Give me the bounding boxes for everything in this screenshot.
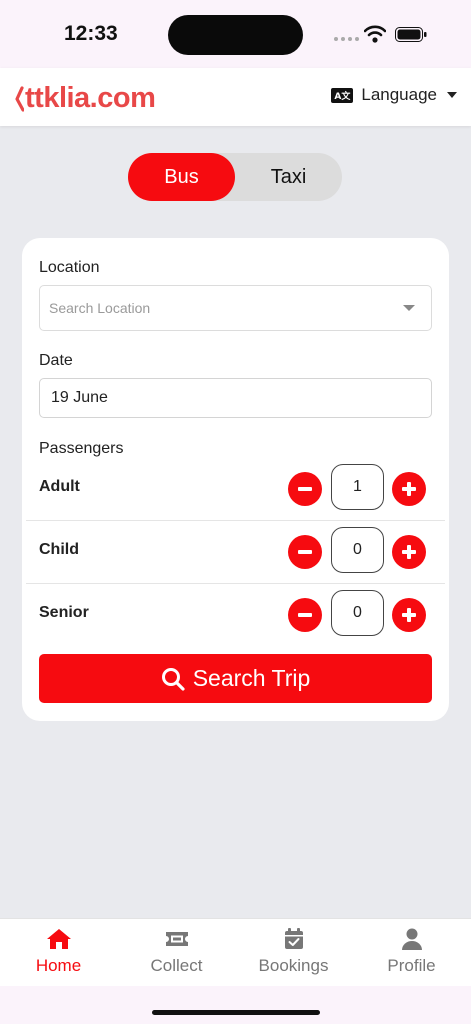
ticket-icon [165, 932, 188, 946]
toggle-taxi[interactable]: Taxi [235, 153, 342, 201]
adult-decrement-button[interactable] [288, 472, 322, 506]
adult-increment-button[interactable] [392, 472, 426, 506]
wifi-icon [364, 25, 386, 43]
home-indicator[interactable] [152, 1010, 320, 1015]
tab-label: Home [35, 956, 82, 975]
search-icon [161, 667, 185, 691]
passenger-row-adult: Adult 1 [26, 458, 445, 521]
passengers-label: Passengers [39, 440, 124, 457]
passenger-type: Senior [39, 604, 89, 621]
senior-increment-button[interactable] [392, 598, 426, 632]
app-header: ttklia.com A文 Language [0, 68, 471, 126]
tab-label: Collect [150, 956, 203, 975]
tab-bookings[interactable]: Bookings [235, 919, 352, 987]
mode-toggle: Bus Taxi [128, 153, 342, 201]
language-label: Language [361, 85, 437, 104]
calendar-check-icon [284, 928, 303, 949]
caret-down-icon [447, 92, 457, 98]
location-label: Location [39, 259, 100, 276]
tab-profile[interactable]: Profile [353, 919, 470, 987]
adult-count[interactable]: 1 [331, 464, 384, 510]
home-icon [46, 929, 71, 949]
home-indicator-area [0, 986, 471, 1024]
senior-decrement-button[interactable] [288, 598, 322, 632]
child-decrement-button[interactable] [288, 535, 322, 569]
tab-label: Profile [387, 956, 436, 975]
passenger-type: Adult [39, 478, 80, 495]
logo-swoosh-icon [15, 85, 24, 112]
passenger-type: Child [39, 541, 79, 558]
language-icon: A文 [331, 87, 354, 103]
search-trip-button[interactable]: Search Trip [39, 654, 432, 703]
location-select[interactable]: Search Location [39, 285, 432, 331]
search-trip-label: Search Trip [192, 665, 311, 691]
status-time: 12:33 [64, 22, 118, 45]
location-placeholder: Search Location [49, 300, 151, 316]
passenger-row-senior: Senior 0 [26, 584, 445, 647]
dropdown-arrow-icon [403, 305, 415, 311]
child-increment-button[interactable] [392, 535, 426, 569]
child-count[interactable]: 0 [331, 527, 384, 573]
senior-count[interactable]: 0 [331, 590, 384, 636]
language-button[interactable]: A文 Language [331, 85, 457, 105]
bottom-tab-bar: Home Collect Bookings Profile [0, 918, 471, 986]
date-label: Date [39, 352, 73, 369]
tab-label: Bookings [258, 956, 329, 975]
signal-icon [334, 37, 359, 41]
status-bar: 12:33 [0, 0, 471, 68]
battery-icon [395, 27, 427, 42]
user-icon [401, 928, 422, 950]
date-input[interactable] [39, 378, 432, 418]
dynamic-island [168, 15, 303, 55]
search-form-card: Location Search Location Date Passengers… [22, 238, 449, 721]
tab-collect[interactable]: Collect [118, 919, 235, 987]
passenger-row-child: Child 0 [26, 521, 445, 584]
tab-home[interactable]: Home [0, 919, 117, 987]
brand-logo[interactable]: ttklia.com [14, 82, 156, 115]
brand-name: ttklia.com [25, 82, 156, 114]
toggle-bus[interactable]: Bus [128, 153, 235, 201]
